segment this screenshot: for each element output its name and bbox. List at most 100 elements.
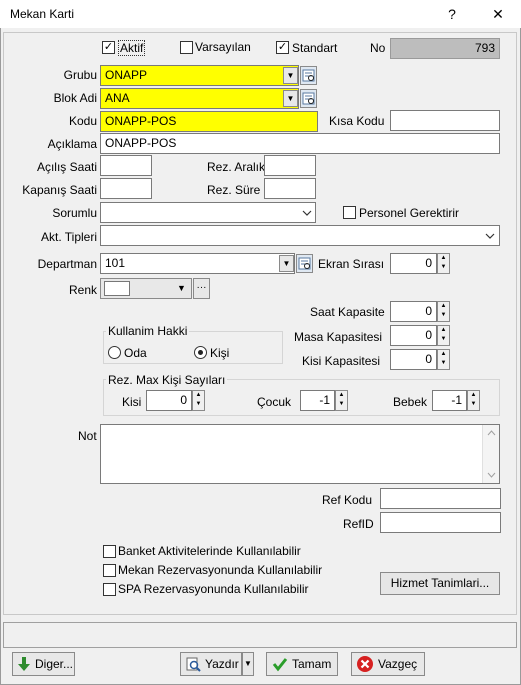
tamam-label: Tamam: [292, 657, 332, 671]
aciklama-label: Açıklama: [47, 137, 97, 151]
rez-max-cocuk-spinner[interactable]: ▲ ▼: [335, 390, 348, 411]
ref-id-label: RefID: [343, 517, 374, 531]
rez-aralik-input[interactable]: [264, 155, 316, 176]
personel-gerektirir-checkbox[interactable]: [343, 206, 356, 219]
kodu-input[interactable]: ONAPP-POS: [100, 111, 318, 132]
rez-max-bebek-spinner[interactable]: ▲ ▼: [467, 390, 480, 411]
ekran-sirasi-spinner[interactable]: ▲ ▼: [437, 253, 450, 274]
cancel-icon: [356, 655, 374, 680]
sorumlu-label: Sorumlu: [52, 206, 97, 220]
not-scrollbar[interactable]: [482, 425, 499, 483]
personel-gerektirir-label: Personel Gerektirir: [359, 206, 460, 220]
rez-max-kisi-spinner[interactable]: ▲ ▼: [192, 390, 205, 411]
kisa-kodu-input[interactable]: [390, 110, 500, 131]
saat-kapasite-label: Saat Kapasite: [310, 305, 385, 319]
acilis-saati-input[interactable]: [100, 155, 152, 176]
kisi-kapasitesi-input[interactable]: 0: [390, 349, 437, 370]
departman-lookup-icon[interactable]: [296, 254, 313, 273]
hizmet-tanimlari-button[interactable]: Hizmet Tanimlari...: [380, 572, 500, 595]
mekan-rez-checkbox[interactable]: [103, 564, 116, 577]
rez-sure-input[interactable]: [264, 178, 316, 199]
kisi-radio[interactable]: [194, 346, 207, 359]
oda-label: Oda: [124, 346, 147, 360]
rez-max-title: Rez. Max Kişi Sayıları: [106, 373, 228, 387]
checkmark-icon: [272, 656, 288, 679]
vazgec-button[interactable]: Vazgeç: [351, 652, 425, 676]
grubu-combo[interactable]: ONAPP: [100, 65, 299, 86]
rez-max-cocuk-input[interactable]: -1: [300, 390, 335, 411]
tamam-button[interactable]: Tamam: [266, 652, 338, 676]
akt-tipleri-select[interactable]: [100, 225, 500, 246]
spa-rez-label: SPA Rezervasyonunda Kullanılabilir: [118, 582, 309, 596]
oda-radio[interactable]: [108, 346, 121, 359]
yazdir-label: Yazdır: [205, 657, 239, 671]
grubu-label: Grubu: [63, 68, 97, 82]
window-title: Mekan Karti: [10, 7, 75, 21]
masa-kapasitesi-label: Masa Kapasitesi: [294, 330, 383, 344]
varsayilan-label: Varsayılan: [195, 40, 251, 54]
banket-label: Banket Aktivitelerinde Kullanılabilir: [118, 544, 301, 558]
renk-dropdown-icon[interactable]: ▼: [177, 283, 186, 293]
print-preview-icon: [185, 656, 201, 679]
blok-adi-lookup-icon[interactable]: [300, 89, 317, 108]
rez-max-kisi-label: Kisi: [122, 395, 142, 409]
blok-adi-dropdown-icon[interactable]: ▼: [283, 90, 298, 107]
departman-label: Departman: [37, 257, 97, 271]
kodu-label: Kodu: [68, 114, 97, 128]
ekran-sirasi-label: Ekran Sırası: [318, 257, 385, 271]
renk-swatch: [104, 281, 130, 296]
sorumlu-chevron-down-icon[interactable]: [300, 206, 314, 220]
banket-checkbox[interactable]: [103, 545, 116, 558]
aciklama-input[interactable]: ONAPP-POS: [100, 133, 500, 154]
spa-rez-checkbox[interactable]: [103, 583, 116, 596]
diger-button[interactable]: Diger...: [12, 652, 75, 676]
no-field: 793: [390, 38, 500, 59]
status-bar: [3, 622, 517, 648]
ref-id-input[interactable]: [380, 512, 501, 533]
masa-kapasitesi-spinner[interactable]: ▲ ▼: [437, 325, 450, 346]
ref-kodu-input[interactable]: [380, 488, 501, 509]
departman-combo[interactable]: 101: [100, 253, 295, 274]
yazdir-dropdown-icon[interactable]: ▼: [242, 652, 254, 676]
saat-kapasite-input[interactable]: 0: [390, 301, 437, 322]
kapanis-saati-label: Kapanış Saati: [22, 183, 97, 197]
not-textarea[interactable]: [100, 424, 500, 484]
rez-max-bebek-input[interactable]: -1: [432, 390, 467, 411]
rez-sure-label: Rez. Süre: [207, 183, 261, 197]
ekran-sirasi-input[interactable]: 0: [390, 253, 437, 274]
standart-checkbox[interactable]: ✓: [276, 41, 289, 54]
grubu-dropdown-icon[interactable]: ▼: [283, 67, 298, 84]
akt-tipleri-chevron-down-icon[interactable]: [483, 229, 497, 243]
standart-label: Standart: [292, 41, 338, 55]
close-button[interactable]: ✕: [486, 4, 510, 24]
rez-max-cocuk-label: Çocuk: [257, 395, 292, 409]
rez-max-kisi-input[interactable]: 0: [146, 390, 192, 411]
kisi-kapasitesi-label: Kisi Kapasitesi: [302, 354, 381, 368]
kapanis-saati-input[interactable]: [100, 178, 152, 199]
acilis-saati-label: Açılış Saati: [36, 160, 97, 174]
not-label: Not: [78, 429, 97, 443]
aktif-checkbox[interactable]: ✓: [102, 41, 115, 54]
grubu-lookup-icon[interactable]: [300, 66, 317, 85]
kisi-kapasitesi-spinner[interactable]: ▲ ▼: [437, 349, 450, 370]
kisa-kodu-label: Kısa Kodu: [329, 114, 385, 128]
rez-aralik-label: Rez. Aralık: [207, 160, 266, 174]
help-button[interactable]: ?: [440, 4, 464, 24]
vazgec-label: Vazgeç: [378, 657, 418, 671]
rez-max-bebek-label: Bebek: [393, 395, 428, 409]
renk-more-button[interactable]: ···: [193, 278, 210, 299]
saat-kapasite-spinner[interactable]: ▲ ▼: [437, 301, 450, 322]
varsayilan-checkbox[interactable]: [180, 41, 193, 54]
kullanim-hakki-title: Kullanim Hakki: [106, 324, 190, 338]
sorumlu-select[interactable]: [100, 202, 316, 223]
renk-label: Renk: [68, 283, 97, 297]
yazdir-button[interactable]: Yazdır: [180, 652, 242, 676]
masa-kapasitesi-input[interactable]: 0: [390, 325, 437, 346]
mekan-rez-label: Mekan Rezervasyonunda Kullanılabilir: [118, 563, 323, 577]
departman-dropdown-icon[interactable]: ▼: [279, 255, 294, 272]
blok-adi-combo[interactable]: ANA: [100, 88, 299, 109]
kisi-radio-label: Kişi: [210, 346, 230, 360]
diger-label: Diger...: [35, 657, 74, 671]
renk-color-picker[interactable]: ▼: [100, 278, 192, 299]
title-bar: Mekan Karti ? ✕: [0, 0, 521, 28]
